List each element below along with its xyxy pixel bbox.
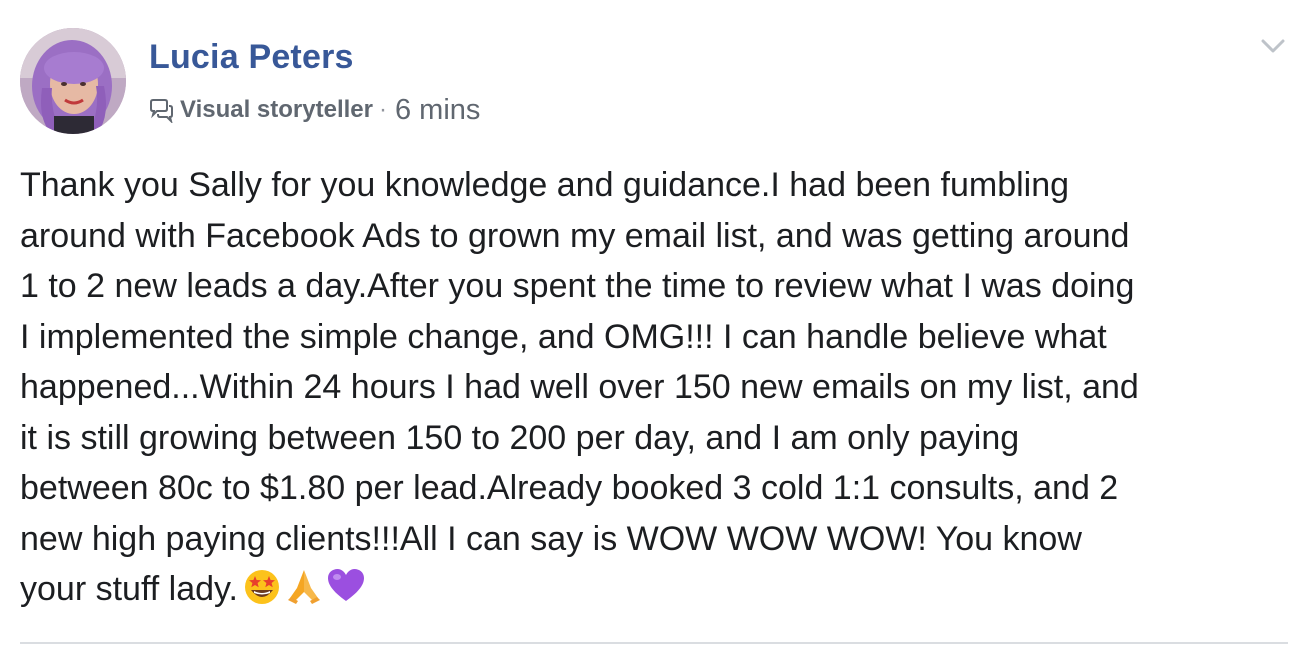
post-body-line: between 80c to $1.80 per lead.Already bo…	[20, 469, 1119, 507]
meta-separator: ·	[378, 96, 387, 123]
purple-heart-emoji-icon	[326, 566, 366, 606]
author-badge-label: Visual storyteller	[180, 96, 373, 123]
star-struck-emoji-icon	[242, 566, 282, 606]
post-body-line-text: your stuff lady.	[20, 570, 238, 608]
author-avatar[interactable]	[20, 28, 126, 134]
author-name[interactable]: Lucia Peters	[149, 38, 354, 77]
post-body-line: it is still growing between 150 to 200 p…	[20, 418, 1020, 457]
post-meta: Visual storyteller · 6 mins	[148, 92, 480, 128]
avatar-photo	[20, 28, 126, 134]
emoji-row	[242, 566, 368, 606]
post-body-last-line: your stuff lady.	[20, 564, 1300, 615]
post-body-line: around with Facebook Ads to grown my ema…	[20, 216, 1130, 255]
post-body-line: happened...Within 24 hours I had well ov…	[20, 368, 1139, 406]
folded-hands-emoji-icon	[284, 566, 324, 606]
post-body-line: Thank you Sally for you knowledge and gu…	[20, 166, 1070, 204]
post-timestamp[interactable]: 6 mins	[395, 94, 480, 127]
post-body: Thank you Sally for you knowledge and gu…	[20, 160, 1300, 615]
post-card: Lucia Peters Visual storyteller · 6 mins…	[0, 0, 1314, 646]
chevron-down-icon[interactable]	[1258, 34, 1288, 58]
post-divider	[20, 642, 1288, 644]
speech-bubble-icon	[148, 97, 174, 125]
post-body-line: new high paying clients!!!All I can say …	[20, 519, 1082, 558]
post-body-line: I implemented the simple change, and OMG…	[20, 317, 1107, 356]
post-body-line: 1 to 2 new leads a day.After you spent t…	[20, 267, 1135, 305]
